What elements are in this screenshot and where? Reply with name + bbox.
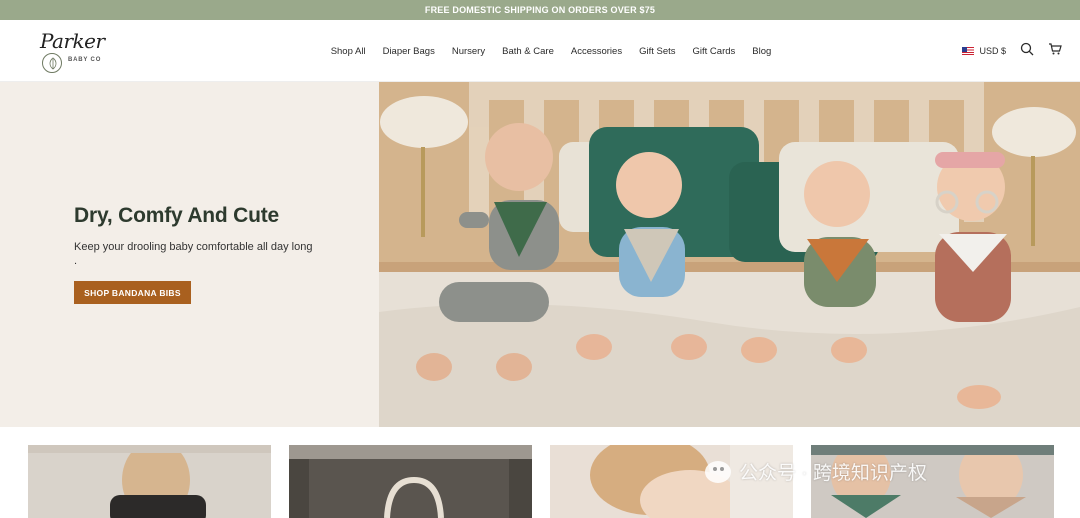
currency-selector[interactable]: USD $ xyxy=(962,46,1006,56)
hero-subtitle: Keep your drooling baby comfortable all … xyxy=(74,241,313,267)
hero-banner: Dry, Comfy And Cute Keep your drooling b… xyxy=(0,82,1080,427)
cart-icon[interactable] xyxy=(1048,42,1062,61)
main-nav: Shop All Diaper Bags Nursery Bath & Care… xyxy=(0,20,1080,82)
card-backpack[interactable] xyxy=(28,445,271,518)
card-bag-handle[interactable] xyxy=(289,445,532,518)
wechat-icon xyxy=(705,460,731,483)
nav-gift-sets[interactable]: Gift Sets xyxy=(639,46,675,57)
us-flag-icon xyxy=(962,47,975,55)
watermark-overlay: 公众号 · 跨境知识产权 xyxy=(705,458,927,485)
nav-gift-cards[interactable]: Gift Cards xyxy=(693,46,736,57)
currency-label: USD $ xyxy=(979,46,1006,56)
nav-nursery[interactable]: Nursery xyxy=(452,46,485,57)
announcement-text: FREE DOMESTIC SHIPPING ON ORDERS OVER $7… xyxy=(424,5,656,15)
watermark-text: 公众号 · 跨境知识产权 xyxy=(739,463,927,484)
site-header: Parker BABY CO Shop All Diaper Bags Nurs… xyxy=(0,20,1080,82)
hero-title: Dry, Comfy And Cute xyxy=(74,204,280,227)
shop-bandana-bibs-button[interactable]: SHOP BANDANA BIBS xyxy=(74,281,191,304)
nav-diaper-bags[interactable]: Diaper Bags xyxy=(383,46,435,57)
nav-accessories[interactable]: Accessories xyxy=(571,46,622,57)
announcement-bar: FREE DOMESTIC SHIPPING ON ORDERS OVER $7… xyxy=(0,0,1080,20)
header-utilities: USD $ xyxy=(962,20,1062,82)
nav-bath-care[interactable]: Bath & Care xyxy=(502,46,554,57)
nav-blog[interactable]: Blog xyxy=(752,46,771,57)
hero-text-panel: Dry, Comfy And Cute Keep your drooling b… xyxy=(0,82,379,427)
nav-shop-all[interactable]: Shop All xyxy=(331,46,366,57)
hero-image[interactable] xyxy=(379,82,1080,427)
search-icon[interactable] xyxy=(1020,42,1034,61)
